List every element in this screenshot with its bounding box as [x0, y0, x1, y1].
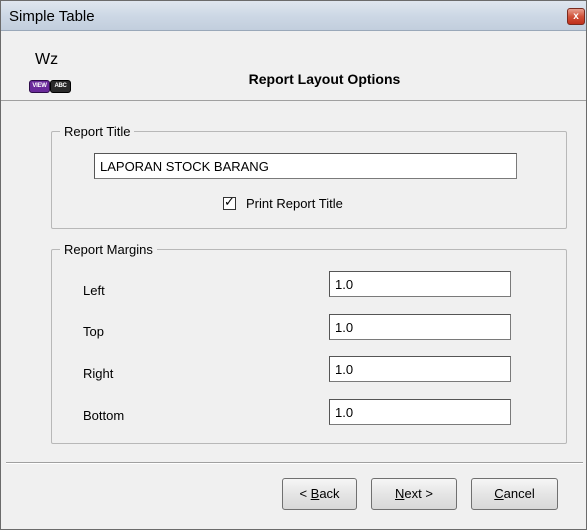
next-button[interactable]: Next >: [371, 478, 457, 510]
next-rest: ext >: [404, 486, 433, 501]
back-rest: ack: [319, 486, 340, 501]
margin-right-label: Right: [83, 366, 114, 381]
dialog-window: Simple Table x Wz VIEW ABC Report Layout…: [0, 0, 587, 530]
page-title: Report Layout Options: [248, 71, 401, 87]
report-margins-legend: Report Margins: [64, 242, 153, 257]
logo-text: Wz: [35, 51, 59, 68]
checkmark-icon: ✓: [224, 193, 235, 209]
window-title: Simple Table: [9, 8, 95, 25]
cancel-button[interactable]: Cancel: [471, 478, 558, 510]
margin-left-input[interactable]: [329, 271, 511, 297]
margin-left-label: Left: [83, 283, 105, 298]
report-title-input[interactable]: [94, 153, 517, 179]
margin-right-input[interactable]: [329, 356, 511, 382]
footer-separator: [6, 462, 583, 464]
cancel-mnemonic: C: [494, 486, 504, 501]
print-report-title-checkbox[interactable]: ✓ Print Report Title: [223, 194, 343, 212]
back-prefix: <: [299, 486, 311, 501]
cancel-rest: ancel: [503, 486, 535, 501]
checkbox-box[interactable]: ✓: [223, 193, 236, 210]
print-report-title-label: Print Report Title: [246, 195, 343, 211]
close-button[interactable]: x: [567, 8, 585, 25]
next-mnemonic: N: [395, 486, 405, 501]
report-title-legend: Report Title: [64, 124, 131, 139]
margin-top-label: Top: [83, 324, 104, 339]
margin-bottom-input[interactable]: [329, 399, 511, 425]
wizard-header: [1, 31, 586, 101]
title-bar[interactable]: Simple Table x: [1, 1, 586, 31]
margin-bottom-label: Bottom: [83, 408, 125, 423]
close-icon: x: [573, 11, 579, 22]
back-button[interactable]: < Back: [282, 478, 357, 510]
margin-top-input[interactable]: [329, 314, 511, 340]
